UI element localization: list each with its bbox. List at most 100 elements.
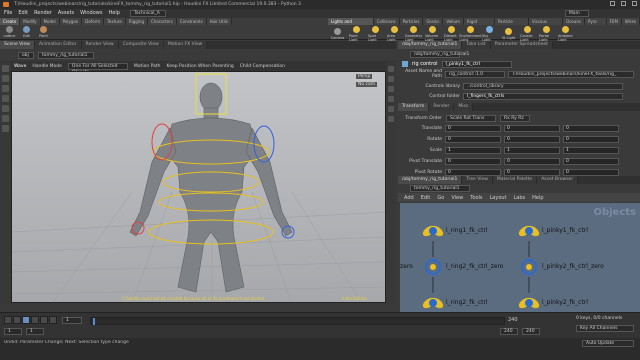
path-node[interactable]: tommy_rig_tutorial1 [38, 51, 94, 59]
timeline-track[interactable] [90, 317, 505, 325]
timeline-playhead[interactable] [93, 318, 95, 325]
main-select[interactable]: Main [565, 10, 589, 17]
rig-node-icon[interactable] [422, 221, 444, 241]
menu-render[interactable]: Render [34, 9, 52, 18]
rotate-tool-icon[interactable] [2, 85, 9, 92]
current-frame-field[interactable]: 1 [62, 316, 82, 324]
persp-menu[interactable]: Persp [356, 74, 373, 79]
net-menu-edit[interactable]: Edit [421, 195, 431, 201]
tab-misc[interactable]: Misc [454, 103, 474, 111]
select-tool-icon[interactable] [2, 65, 9, 72]
node-label[interactable]: l_pinky1_fk_ctrl [542, 227, 588, 234]
shelf-tab[interactable]: Characters [147, 18, 177, 25]
tab-material-palette[interactable]: Material Palette [492, 176, 538, 184]
shelf-tab[interactable]: Viscous Fluids [528, 18, 564, 25]
node-name-field[interactable]: l_pinky1_fk_ctrl [441, 60, 512, 68]
shelf-tab[interactable]: Lights and Cameras [328, 18, 374, 25]
shelf-tool-gi-light[interactable]: GI Light [501, 28, 516, 40]
viewport[interactable]: Persp No cam A handle could not be creat… [11, 71, 386, 303]
network-view[interactable]: Objects l_ring1_fk_ctrl l_pinky1_fk_ctrl… [400, 203, 640, 316]
param-value-field[interactable]: 0 [445, 125, 501, 132]
move-tool-icon[interactable] [2, 75, 9, 82]
range-start-field-2[interactable]: 1 [26, 328, 44, 335]
shelf-tool-geometry-light[interactable]: Geometry Light [405, 26, 422, 42]
pose-tool-icon[interactable] [2, 115, 9, 122]
param-value-field[interactable]: 0 [563, 169, 619, 176]
tab-transform[interactable]: Transform [398, 103, 430, 111]
shelf-tool-distant-light[interactable]: Distant Light [444, 26, 459, 42]
net-menu-help[interactable]: Help [532, 195, 543, 201]
param-value-field[interactable]: 1 [445, 147, 501, 154]
asset-name-select[interactable]: rig_control::1.0 [445, 70, 505, 78]
param-value-field[interactable]: 0 [504, 136, 560, 143]
menu-help[interactable]: Help [108, 9, 119, 18]
motion-path-toggle[interactable]: Motion Path [134, 64, 161, 69]
shelf-tool-volume-light[interactable]: Volume Light [425, 26, 440, 42]
rotate-order-select[interactable]: Rx Ry Rz [500, 114, 530, 122]
shelf-tab[interactable]: Model [40, 18, 60, 25]
tab-render-view[interactable]: Render View [81, 41, 119, 49]
tab-scene-view[interactable]: Scene View [0, 41, 35, 49]
param-value-field[interactable]: 1 [504, 147, 560, 154]
network-path[interactable]: tommy_rig_tutorial1 [410, 185, 470, 192]
shelf-tab[interactable]: Particles [399, 18, 424, 25]
tab-tree-view[interactable]: Tree View [462, 176, 493, 184]
param-value-field[interactable]: 0 [563, 136, 619, 143]
shelf-tool-area-light[interactable]: Area Light [387, 26, 402, 42]
shelf-tab[interactable]: Collisions [373, 18, 400, 25]
jump-start-button[interactable] [4, 316, 12, 324]
net-menu-add[interactable]: Add [404, 195, 414, 201]
shelf-tab[interactable]: Particle Fluids [494, 18, 529, 25]
shelf-tool-caustic-light[interactable]: Caustic Light [520, 26, 535, 42]
handle-mode-button[interactable]: Handle Mode [32, 64, 62, 69]
net-menu-go[interactable]: Go [437, 195, 444, 201]
param-value-field[interactable]: 0 [563, 125, 619, 132]
shelf-tool-portal-light[interactable]: Portal Light [539, 26, 554, 42]
shelf-tool-lattice[interactable]: Lattice [2, 26, 17, 38]
menu-file[interactable]: File [4, 9, 12, 18]
shelf-tool-environment-light[interactable]: Environment Light [459, 26, 482, 42]
shading-icon[interactable] [388, 86, 394, 92]
param-value-field[interactable]: 0 [445, 169, 501, 176]
tab-param-spreadsheet[interactable]: Parameter Spreadsheet [490, 41, 553, 49]
lighting-icon[interactable] [388, 76, 394, 82]
close-button[interactable] [632, 1, 637, 6]
range-start-field[interactable]: 1 [4, 328, 22, 335]
library-field[interactable]: ../control_library [463, 82, 623, 90]
display-options-icon[interactable] [388, 66, 394, 72]
tab-animation-editor[interactable]: Animation Editor [34, 41, 82, 49]
net-menu-layout[interactable]: Layout [490, 195, 507, 201]
shelf-tool-point-light[interactable]: Point Light [349, 26, 364, 42]
tab-composite-view[interactable]: Composite View [118, 41, 164, 49]
maximize-button[interactable] [621, 1, 626, 6]
step-back-button[interactable] [13, 316, 21, 324]
tab-motion-fx-view[interactable]: Motion FX View [163, 41, 208, 49]
path-obj[interactable]: obj [18, 51, 34, 59]
shelf-tab[interactable]: Deform [82, 18, 105, 25]
shelf-tool-spot-light[interactable]: Spot Light [368, 26, 383, 42]
param-value-field[interactable]: 0 [504, 169, 560, 176]
range-end-field[interactable]: 240 [500, 328, 518, 335]
param-value-field[interactable]: 0 [504, 158, 560, 165]
node-label[interactable]: l_ring1_fk_ctrl [446, 227, 488, 234]
desktop-select[interactable]: Technical_A [129, 10, 166, 17]
scale-tool-icon[interactable] [2, 95, 9, 102]
tab-render[interactable]: Render [429, 103, 455, 111]
key-all-channels-button[interactable]: Key All Channels [576, 325, 634, 332]
asset-path-field[interactable]: T:/Houdini_projects/webinars/kineFX_tool… [508, 70, 634, 78]
handle-tool-icon[interactable] [2, 105, 9, 112]
param-value-field[interactable]: 1 [563, 147, 619, 154]
shelf-tab[interactable]: Grains [423, 18, 444, 25]
shelf-tab[interactable]: Modify [20, 18, 41, 25]
camera-menu[interactable]: No cam [356, 82, 378, 87]
net-menu-labs[interactable]: Labs [514, 195, 526, 201]
shelf-tab[interactable]: Vellum [443, 18, 464, 25]
auto-update-select[interactable]: Auto Update [582, 340, 634, 347]
param-path[interactable]: /obj/tommy_rig_tutorial1 [410, 50, 469, 58]
param-value-field[interactable]: 0 [445, 136, 501, 143]
tab-obj-path[interactable]: /obj/tommy_rig_tutorial1 [398, 41, 463, 49]
keep-position-toggle[interactable]: Keep Position When Parenting [167, 64, 234, 69]
snap-icon[interactable] [388, 116, 394, 122]
rig-node-icon[interactable] [518, 221, 540, 241]
param-value-field[interactable]: 0 [504, 125, 560, 132]
